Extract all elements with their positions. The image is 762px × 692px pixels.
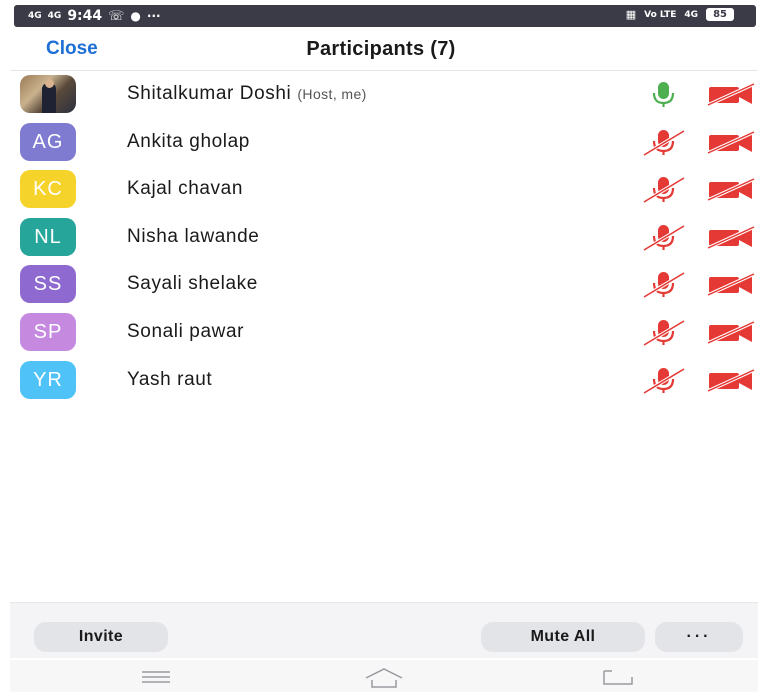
page-title: Participants (7)	[306, 38, 456, 60]
mute-all-button[interactable]: Mute All	[481, 622, 645, 652]
status-right: ▦ Vo LTE 4G 85	[626, 8, 734, 21]
avatar: AG	[20, 122, 76, 161]
avatar: YR	[20, 360, 76, 399]
bottom-toolbar: Invite Mute All ···	[10, 603, 758, 658]
participant-name: Shitalkumar Doshi (Host, me)	[127, 83, 367, 105]
participant-row[interactable]: YR Yash raut	[0, 357, 762, 405]
video-off-icon[interactable]	[706, 367, 756, 393]
participant-row[interactable]: SP Sonali pawar	[0, 309, 762, 357]
participant-name: Yash raut	[127, 368, 213, 390]
video-off-icon[interactable]	[706, 224, 756, 250]
status-time: 9:44	[67, 8, 103, 24]
volte-icon: Vo LTE	[644, 9, 677, 20]
microphone-muted-icon[interactable]	[642, 365, 686, 395]
avatar: KC	[20, 170, 76, 209]
microphone-icon[interactable]	[642, 79, 686, 109]
avatar-photo-head	[45, 79, 54, 88]
participant-row[interactable]: SS Sayali shelake	[0, 261, 762, 309]
avatar: SS	[20, 265, 76, 304]
microphone-muted-icon[interactable]	[642, 269, 686, 299]
participant-name: Kajal chavan	[127, 178, 243, 200]
battery-icon: 85	[706, 8, 734, 21]
status-left: 4G 4G 9:44 ☏ ● ···	[28, 8, 161, 24]
video-off-icon[interactable]	[706, 319, 756, 345]
video-off-icon[interactable]	[706, 271, 756, 297]
signal-icon: 4G	[684, 9, 699, 20]
video-off-icon[interactable]	[706, 129, 756, 155]
microphone-muted-icon[interactable]	[642, 222, 686, 252]
participant-role-tag: (Host, me)	[297, 86, 367, 102]
menu-icon[interactable]	[138, 666, 174, 686]
participant-row[interactable]: KC Kajal chavan	[0, 166, 762, 214]
vibrate-icon: ▦	[625, 8, 637, 21]
participant-list: Shitalkumar Doshi (Host, me) AG Ankita gh…	[0, 71, 762, 404]
participant-name-text: Shitalkumar Doshi	[127, 83, 292, 104]
participant-name: Nisha lawande	[127, 225, 260, 247]
navigation-bar	[10, 660, 758, 692]
signal-icon: 4G	[47, 11, 62, 21]
microphone-muted-icon[interactable]	[642, 317, 686, 347]
more-button[interactable]: ···	[655, 622, 743, 652]
home-icon[interactable]	[362, 666, 406, 690]
back-icon[interactable]	[598, 666, 638, 688]
avatar: NL	[20, 217, 76, 256]
signal-icon: 4G	[28, 11, 42, 21]
microphone-muted-icon[interactable]	[642, 174, 686, 204]
participant-row[interactable]: NL Nisha lawande	[0, 214, 762, 262]
whatsapp-icon: ☏	[108, 8, 125, 24]
video-off-icon[interactable]	[706, 176, 756, 202]
header: Close Participants (7)	[0, 30, 762, 68]
status-bar: 4G 4G 9:44 ☏ ● ··· ▦ Vo LTE 4G 85	[14, 5, 756, 27]
avatar	[20, 75, 76, 113]
status-extras: ···	[146, 9, 161, 23]
participant-name: Sonali pawar	[127, 320, 245, 342]
invite-button[interactable]: Invite	[34, 622, 168, 652]
video-off-icon[interactable]	[706, 81, 756, 107]
chat-bubble-icon: ●	[130, 9, 141, 23]
participant-row[interactable]: AG Ankita gholap	[0, 119, 762, 167]
participant-name: Sayali shelake	[127, 273, 258, 295]
participant-name: Ankita gholap	[127, 130, 250, 152]
avatar: SP	[20, 312, 76, 351]
participant-row[interactable]: Shitalkumar Doshi (Host, me)	[0, 71, 762, 119]
microphone-muted-icon[interactable]	[642, 127, 686, 157]
